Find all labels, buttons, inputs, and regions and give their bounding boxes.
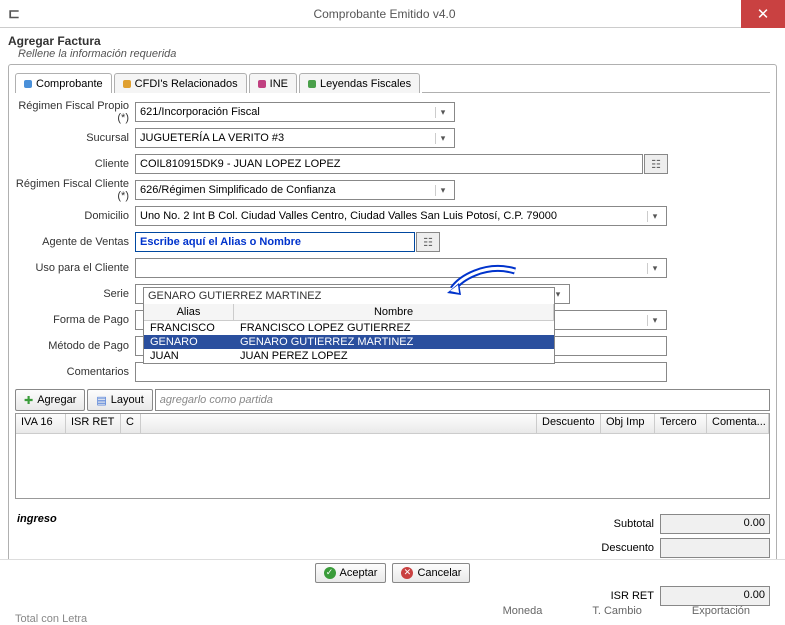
search-input[interactable]: agregarlo como partida (155, 389, 770, 411)
col-descuento[interactable]: Descuento (537, 414, 601, 433)
window-title: Comprobante Emitido v4.0 (28, 7, 741, 21)
combo-regimen-propio[interactable]: 621/Incorporación Fiscal▾ (135, 102, 455, 122)
cancel-icon: ✕ (401, 567, 413, 579)
app-icon: ⊏ (0, 0, 28, 28)
agente-dropdown[interactable]: GENARO GUTIERREZ MARTINEZ Alias Nombre F… (143, 287, 555, 364)
dropdown-col-nombre[interactable]: Nombre (234, 304, 554, 320)
col-blank[interactable] (141, 414, 537, 433)
dropdown-row[interactable]: JUANJUAN PEREZ LOPEZ (144, 349, 554, 363)
label-cliente: Cliente (15, 158, 135, 170)
tab-leyendas[interactable]: Leyendas Fiscales (299, 73, 420, 93)
total-label: ISR RET (580, 590, 660, 602)
dropdown-col-alias[interactable]: Alias (144, 304, 234, 320)
tab-icon (258, 80, 266, 88)
export-label: Exportación (692, 605, 750, 617)
total-value: 0.00 (660, 586, 770, 606)
dropdown-current-value: GENARO GUTIERREZ MARTINEZ (144, 288, 554, 304)
label-serie: Serie (15, 288, 135, 300)
tab-cfdi-relacionados[interactable]: CFDI's Relacionados (114, 73, 247, 93)
tab-ine[interactable]: INE (249, 73, 297, 93)
page-title: Agregar Factura (8, 34, 777, 48)
total-value (660, 538, 770, 558)
label-regimen-propio: Régimen Fiscal Propio (*) (15, 100, 135, 124)
layout-button[interactable]: ▤Layout (87, 389, 152, 411)
combo-domicilio[interactable]: Uno No. 2 Int B Col. Ciudad Valles Centr… (135, 206, 667, 226)
layout-icon: ▤ (96, 394, 106, 407)
label-metodo-pago: Método de Pago (15, 340, 135, 352)
tcambio-label: T. Cambio (592, 605, 642, 617)
cancelar-button[interactable]: ✕Cancelar (392, 563, 470, 583)
lookup-cliente-button[interactable]: ☷ (644, 154, 668, 174)
label-domicilio: Domicilio (15, 210, 135, 222)
lookup-agente-button[interactable]: ☷ (416, 232, 440, 252)
col-isr-ret[interactable]: ISR RET (66, 414, 121, 433)
dropdown-row[interactable]: FRANCISCOFRANCISCO LOPEZ GUTIERREZ (144, 321, 554, 335)
label-agente: Agente de Ventas (15, 236, 135, 248)
total-label: Subtotal (580, 518, 660, 530)
col-c[interactable]: C (121, 414, 141, 433)
check-icon: ✓ (324, 567, 336, 579)
chevron-down-icon: ▾ (647, 211, 662, 222)
col-comenta[interactable]: Comenta... (707, 414, 769, 433)
agregar-button[interactable]: ✚Agregar (15, 389, 85, 411)
label-regimen-cliente: Régimen Fiscal Cliente (*) (15, 178, 135, 202)
tab-icon (24, 80, 32, 88)
line-items-grid[interactable]: IVA 16 ISR RET C Descuento Obj Imp Terce… (15, 413, 770, 499)
total-value: 0.00 (660, 514, 770, 534)
label-uso-cliente: Uso para el Cliente (15, 262, 135, 274)
label-forma-pago: Forma de Pago (15, 314, 135, 326)
label-sucursal: Sucursal (15, 132, 135, 144)
dropdown-row[interactable]: GENAROGENARO GUTIERREZ MARTINEZ (144, 335, 554, 349)
col-objimp[interactable]: Obj Imp (601, 414, 655, 433)
aceptar-button[interactable]: ✓Aceptar (315, 563, 387, 583)
close-button[interactable]: ✕ (741, 0, 785, 28)
input-comentarios[interactable] (135, 362, 667, 382)
label-comentarios: Comentarios (15, 366, 135, 378)
chevron-down-icon: ▾ (647, 315, 662, 326)
page-subtitle: Rellene la información requerida (18, 48, 777, 60)
chevron-down-icon: ▾ (647, 263, 662, 274)
chevron-down-icon: ▾ (435, 185, 450, 196)
combo-sucursal[interactable]: JUGUETERÍA LA VERITO #3▾ (135, 128, 455, 148)
chevron-down-icon: ▾ (435, 107, 450, 118)
total-label: Descuento (580, 542, 660, 554)
input-cliente[interactable]: COIL810915DK9 - JUAN LOPEZ LOPEZ (135, 154, 643, 174)
input-agente[interactable]: Escribe aquí el Alias o Nombre (135, 232, 415, 252)
col-tercero[interactable]: Tercero (655, 414, 707, 433)
combo-uso-cliente[interactable]: ▾ (135, 258, 667, 278)
col-iva16[interactable]: IVA 16 (16, 414, 66, 433)
moneda-label: Moneda (503, 605, 543, 617)
tab-comprobante[interactable]: Comprobante (15, 73, 112, 93)
plus-icon: ✚ (24, 394, 33, 407)
chevron-down-icon: ▾ (435, 133, 450, 144)
tab-icon (123, 80, 131, 88)
tab-icon (308, 80, 316, 88)
combo-regimen-cliente[interactable]: 626/Régimen Simplificado de Confianza▾ (135, 180, 455, 200)
